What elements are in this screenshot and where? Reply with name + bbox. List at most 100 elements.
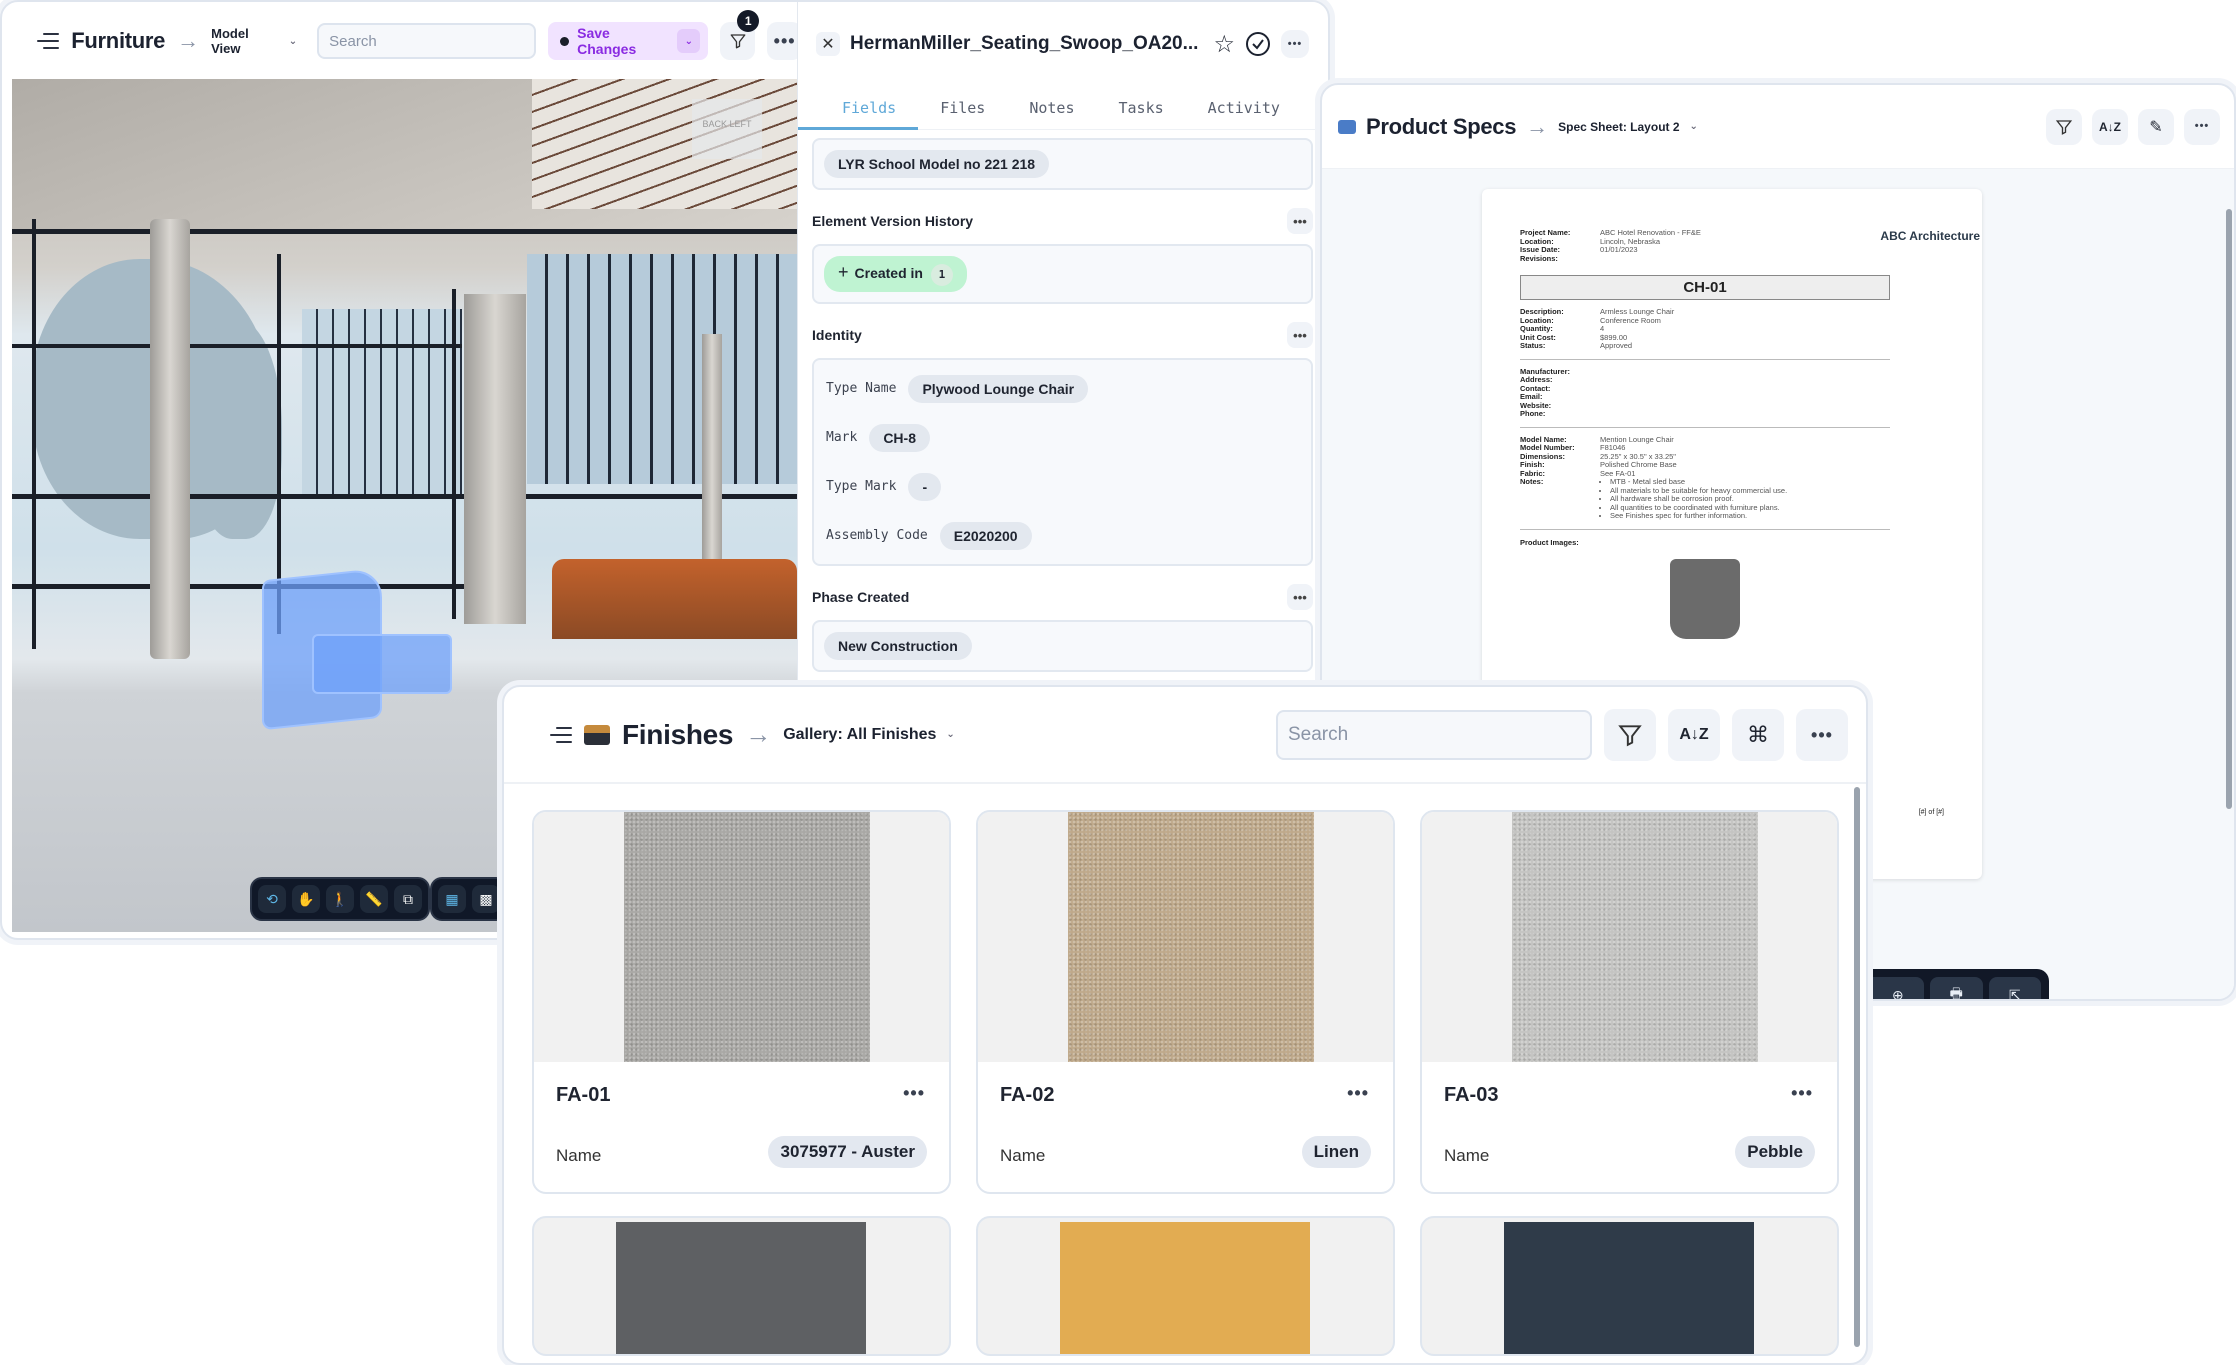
filter-button[interactable]: [2046, 108, 2082, 145]
pencil-icon: ✎: [2149, 118, 2163, 136]
phase-chip[interactable]: New Construction: [824, 632, 972, 660]
spec-row: Location: Lincoln, Nebraska: [1520, 237, 1890, 247]
finish-card[interactable]: FA-02 ••• Name Linen: [976, 810, 1395, 1194]
identity-box: Type Name Plywood Lounge Chair Mark CH-8 T…: [812, 358, 1313, 566]
section-more-button[interactable]: •••: [1287, 208, 1313, 234]
finish-card[interactable]: [976, 1216, 1395, 1356]
search-input[interactable]: Search: [1276, 709, 1592, 760]
page-footer: [#] of [#]: [1918, 809, 1944, 816]
finish-card[interactable]: [532, 1216, 951, 1356]
more-options-button[interactable]: •••: [1796, 708, 1848, 761]
section-more-button[interactable]: •••: [1287, 584, 1313, 610]
more-options-button[interactable]: •••: [1281, 30, 1309, 58]
field-label: Mark: [826, 430, 858, 445]
save-changes-button[interactable]: Save Changes ⌄: [548, 22, 709, 60]
swatch-image: [534, 812, 949, 1062]
window-mullion: [452, 289, 456, 619]
divider: [1520, 358, 1890, 360]
sort-az-button[interactable]: A↓Z: [2092, 108, 2128, 145]
view-selector[interactable]: Model View ⌄: [211, 26, 297, 56]
swatch: [1504, 1222, 1754, 1354]
filter-button[interactable]: 1: [720, 10, 760, 60]
print-pdf-button[interactable]: 🖶: [1929, 977, 1983, 999]
file-box-icon: [584, 724, 610, 745]
filter-count-badge: 1: [737, 10, 760, 32]
finish-card[interactable]: FA-03 ••• Name Pebble: [1420, 810, 1839, 1194]
field-value[interactable]: Plywood Lounge Chair: [908, 374, 1089, 403]
finish-card[interactable]: FA-01 ••• Name 3075977 - Auster: [532, 810, 951, 1194]
selected-chair-seat[interactable]: [312, 634, 452, 694]
name-value: Linen: [1301, 1136, 1371, 1168]
edit-button[interactable]: ✎: [2138, 108, 2174, 145]
menu-icon[interactable]: [550, 726, 572, 743]
filter-button[interactable]: [1604, 708, 1656, 761]
section-box-icon[interactable]: ⧉: [394, 885, 422, 913]
check-circle-icon[interactable]: [1245, 31, 1271, 57]
group-button[interactable]: ⌘: [1732, 708, 1784, 761]
notes-list: MTB - Metal sled baseAll materials to be…: [1600, 477, 1787, 521]
divider: [1520, 426, 1890, 428]
swatch: [1512, 812, 1758, 1062]
star-icon[interactable]: ☆: [1213, 30, 1235, 59]
more-icon: •••: [1287, 37, 1303, 50]
manufacturer-info: Manufacturer: Address: Contact: Email: Websi…: [1520, 367, 1890, 419]
finish-code: FA-03: [1444, 1084, 1499, 1106]
tab-tasks[interactable]: Tasks: [1097, 86, 1186, 129]
finish-code: FA-01: [556, 1084, 611, 1106]
finish-card[interactable]: [1420, 1216, 1839, 1356]
measure-ruler-icon[interactable]: 📏: [360, 885, 388, 913]
version-history-box: + Created in 1: [812, 244, 1313, 304]
model-chip[interactable]: LYR School Model no 221 218: [824, 150, 1050, 178]
name-label: Name: [1000, 1146, 1046, 1165]
specs-title: Product Specs: [1366, 113, 1517, 139]
search-input[interactable]: Search: [317, 23, 537, 59]
detail-tabs: Fields Files Notes Tasks Activity: [798, 86, 1327, 130]
close-icon[interactable]: ✕: [816, 32, 840, 56]
open-external-button[interactable]: ⇱: [1988, 977, 2041, 999]
chevron-down-icon[interactable]: ⌄: [677, 29, 701, 53]
view-selector[interactable]: Gallery: All Finishes ⌄: [783, 726, 955, 744]
view-selector[interactable]: Spec Sheet: Layout 2 ⌄: [1558, 120, 1698, 134]
version-count: 1: [930, 264, 953, 286]
field-value[interactable]: E2020200: [939, 521, 1032, 550]
card-more-icon[interactable]: •••: [1347, 1084, 1369, 1102]
finishes-gallery: FA-01 ••• Name 3075977 - Auster FA-02 ••…: [504, 786, 1856, 1363]
orbit-icon[interactable]: ⟲: [258, 885, 286, 913]
tab-notes[interactable]: Notes: [1007, 86, 1096, 129]
card-more-icon[interactable]: •••: [1791, 1084, 1813, 1102]
name-value: Pebble: [1735, 1136, 1815, 1168]
element-title: HermanMiller_Seating_Swoop_OA20...: [850, 33, 1199, 54]
spec-row: Email:: [1520, 392, 1890, 402]
specs-header: Product Specs → Spec Sheet: Layout 2 ⌄ A↓…: [1322, 85, 2234, 169]
spec-row: Phone:: [1520, 409, 1890, 419]
viewcube[interactable]: BACK LEFT: [692, 99, 762, 159]
plus-icon: +: [838, 262, 849, 282]
sort-az-button[interactable]: A↓Z: [1668, 708, 1720, 761]
building-facade: [302, 309, 462, 499]
field-value[interactable]: CH-8: [869, 423, 930, 452]
furniture-header: Furniture → Model View ⌄ Search Save Chan…: [2, 2, 802, 80]
tab-fields[interactable]: Fields: [798, 86, 919, 130]
zoom-in-icon[interactable]: ⊕: [1881, 977, 1914, 999]
xray-view-icon[interactable]: ▩: [472, 885, 500, 913]
scrollbar[interactable]: [1854, 787, 1860, 1347]
name-value: 3075977 - Auster: [768, 1136, 927, 1168]
menu-icon[interactable]: [37, 33, 60, 49]
tab-files[interactable]: Files: [918, 86, 1007, 129]
spec-value: Conference Room: [1600, 315, 1661, 325]
solid-view-icon[interactable]: ▦: [438, 885, 466, 913]
window-mullion: [12, 229, 797, 234]
more-options-button[interactable]: •••: [2184, 108, 2220, 145]
spec-row: Description: Armless Lounge Chair: [1520, 307, 1890, 317]
created-in-chip[interactable]: + Created in 1: [824, 256, 967, 292]
field-value[interactable]: -: [908, 472, 942, 501]
walk-person-icon[interactable]: 🚶: [326, 885, 354, 913]
pan-hand-icon[interactable]: ✋: [292, 885, 320, 913]
card-more-icon[interactable]: •••: [903, 1084, 925, 1102]
tab-activity[interactable]: Activity: [1186, 86, 1302, 129]
scrollbar[interactable]: [2226, 209, 2232, 809]
spec-value: 01/01/2023: [1600, 245, 1638, 254]
sort-az-icon: A↓Z: [1679, 725, 1709, 743]
divider: [1520, 528, 1890, 530]
section-more-button[interactable]: •••: [1287, 322, 1313, 348]
